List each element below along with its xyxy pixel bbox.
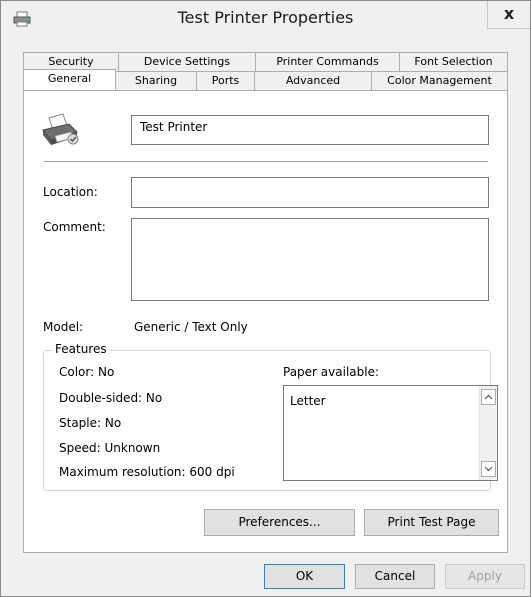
general-tab-panel: Test Printer Location: Comment: Model: G… [23,90,508,553]
list-item[interactable]: Letter [290,394,326,408]
printer-properties-window: Test Printer Properties x Security Devic… [0,0,531,597]
tab-ports[interactable]: Ports [196,71,255,90]
printer-name-field[interactable]: Test Printer [131,115,489,145]
features-title: Features [52,342,110,356]
comment-field[interactable] [131,218,489,301]
feature-color: Color: No [59,365,115,379]
cancel-button[interactable]: Cancel [355,564,435,589]
preferences-button[interactable]: Preferences... [204,509,355,536]
ok-button[interactable]: OK [264,564,345,589]
tab-advanced[interactable]: Advanced [254,71,372,90]
comment-label: Comment: [43,220,106,234]
paper-available-label: Paper available: [283,365,380,379]
feature-speed: Speed: Unknown [59,441,161,455]
scroll-up-icon[interactable] [481,389,496,405]
scroll-down-icon[interactable] [481,461,496,477]
location-field[interactable] [131,177,489,208]
title-bar[interactable]: Test Printer Properties x [1,1,530,38]
location-label: Location: [43,185,98,199]
print-test-page-button[interactable]: Print Test Page [364,509,499,536]
model-value: Generic / Text Only [134,320,248,334]
tab-general[interactable]: General [23,69,116,90]
tab-device-settings[interactable]: Device Settings [118,52,256,71]
window-title: Test Printer Properties [177,8,354,27]
feature-max-resolution: Maximum resolution: 600 dpi [59,465,235,479]
tab-sharing[interactable]: Sharing [115,71,197,90]
printer-icon [42,113,79,145]
model-label: Model: [43,320,84,334]
feature-staple: Staple: No [59,416,122,430]
tab-color-management[interactable]: Color Management [371,71,508,90]
list-scrollbar[interactable] [479,386,497,480]
paper-available-list[interactable]: Letter [283,385,498,481]
separator [44,161,488,162]
apply-button[interactable]: Apply [445,564,525,589]
close-icon[interactable]: x [487,1,530,29]
tab-row-front: General Sharing Ports Advanced Color Man… [23,69,508,90]
tab-font-selection[interactable]: Font Selection [399,52,508,71]
tab-printer-commands[interactable]: Printer Commands [255,52,400,71]
feature-double-sided: Double-sided: No [59,391,163,405]
